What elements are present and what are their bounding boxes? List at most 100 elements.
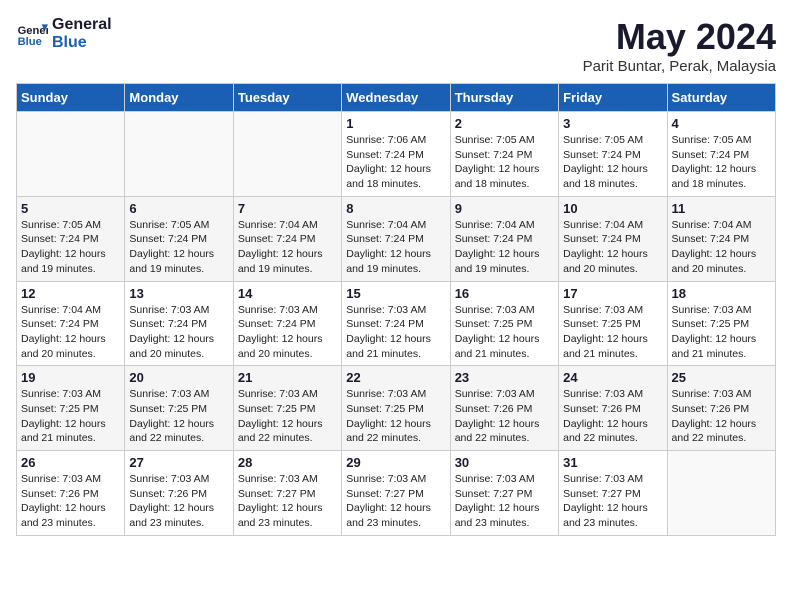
- day-number: 8: [346, 201, 445, 216]
- calendar-cell: 9Sunrise: 7:04 AMSunset: 7:24 PMDaylight…: [450, 196, 558, 281]
- day-number: 7: [238, 201, 337, 216]
- calendar-cell: 22 Sunrise: 7:03 AMSunset: 7:25 PMDayligh…: [342, 366, 450, 451]
- calendar-cell: 15 Sunrise: 7:03 AMSunset: 7:24 PMDayligh…: [342, 281, 450, 366]
- logo-blue: Blue: [52, 34, 112, 52]
- day-info: Sunrise: 7:03 AMSunset: 7:26 PMDaylight:…: [563, 387, 662, 446]
- day-number: 17: [563, 286, 662, 301]
- calendar-cell: 2 Sunrise: 7:05 AMSunset: 7:24 PMDaylight…: [450, 112, 558, 197]
- day-number: 15: [346, 286, 445, 301]
- calendar-cell: 7 Sunrise: 7:04 AMSunset: 7:24 PMDaylight…: [233, 196, 341, 281]
- day-info: Sunrise: 7:04 AMSunset: 7:24 PMDaylight:…: [563, 218, 662, 277]
- day-info: Sunrise: 7:03 AMSunset: 7:27 PMDaylight:…: [346, 472, 445, 531]
- weekday-header: Saturday: [667, 84, 775, 112]
- calendar-cell: 17Sunrise: 7:03 AMSunset: 7:25 PMDayligh…: [559, 281, 667, 366]
- day-info: Sunrise: 7:05 AMSunset: 7:24 PMDaylight:…: [21, 218, 120, 277]
- day-number: 29: [346, 455, 445, 470]
- calendar-cell: 25 Sunrise: 7:03 AMSunset: 7:26 PMDayligh…: [667, 366, 775, 451]
- calendar-cell: 3 Sunrise: 7:05 AMSunset: 7:24 PMDaylight…: [559, 112, 667, 197]
- day-number: 2: [455, 116, 554, 131]
- calendar-cell: 31 Sunrise: 7:03 AMSunset: 7:27 PMDayligh…: [559, 451, 667, 536]
- calendar-cell: 6 Sunrise: 7:05 AMSunset: 7:24 PMDaylight…: [125, 196, 233, 281]
- day-info: Sunrise: 7:03 AMSunset: 7:26 PMDaylight:…: [129, 472, 228, 531]
- day-number: 30: [455, 455, 554, 470]
- calendar-cell: 4Sunrise: 7:05 AMSunset: 7:24 PMDaylight…: [667, 112, 775, 197]
- day-number: 6: [129, 201, 228, 216]
- calendar-cell: 8 Sunrise: 7:04 AMSunset: 7:24 PMDaylight…: [342, 196, 450, 281]
- svg-text:Blue: Blue: [18, 36, 42, 48]
- day-number: 5: [21, 201, 120, 216]
- calendar-cell: [125, 112, 233, 197]
- logo: General Blue General Blue: [16, 16, 112, 51]
- calendar-cell: 11Sunrise: 7:04 AMSunset: 7:24 PMDayligh…: [667, 196, 775, 281]
- calendar-cell: 21 Sunrise: 7:03 AMSunset: 7:25 PMDayligh…: [233, 366, 341, 451]
- day-info: Sunrise: 7:04 AMSunset: 7:24 PMDaylight:…: [346, 218, 445, 277]
- day-number: 18: [672, 286, 771, 301]
- day-info: Sunrise: 7:04 AMSunset: 7:24 PMDaylight:…: [238, 218, 337, 277]
- calendar-cell: 27 Sunrise: 7:03 AMSunset: 7:26 PMDayligh…: [125, 451, 233, 536]
- month-title: May 2024: [583, 16, 776, 58]
- day-number: 22: [346, 370, 445, 385]
- calendar-cell: 13 Sunrise: 7:03 AMSunset: 7:24 PMDayligh…: [125, 281, 233, 366]
- day-number: 27: [129, 455, 228, 470]
- day-number: 25: [672, 370, 771, 385]
- day-number: 14: [238, 286, 337, 301]
- calendar-cell: 26 Sunrise: 7:03 AMSunset: 7:26 PMDayligh…: [17, 451, 125, 536]
- day-info: Sunrise: 7:03 AMSunset: 7:25 PMDaylight:…: [238, 387, 337, 446]
- day-number: 26: [21, 455, 120, 470]
- weekday-header: Sunday: [17, 84, 125, 112]
- day-info: Sunrise: 7:03 AMSunset: 7:27 PMDaylight:…: [563, 472, 662, 531]
- day-number: 20: [129, 370, 228, 385]
- calendar-cell: 20 Sunrise: 7:03 AMSunset: 7:25 PMDayligh…: [125, 366, 233, 451]
- day-info: Sunrise: 7:03 AMSunset: 7:26 PMDaylight:…: [455, 387, 554, 446]
- calendar-cell: 28 Sunrise: 7:03 AMSunset: 7:27 PMDayligh…: [233, 451, 341, 536]
- calendar-cell: 29 Sunrise: 7:03 AMSunset: 7:27 PMDayligh…: [342, 451, 450, 536]
- calendar-cell: 14Sunrise: 7:03 AMSunset: 7:24 PMDayligh…: [233, 281, 341, 366]
- day-info: Sunrise: 7:05 AMSunset: 7:24 PMDaylight:…: [455, 133, 554, 192]
- logo-general: General: [52, 16, 112, 34]
- day-info: Sunrise: 7:03 AMSunset: 7:26 PMDaylight:…: [21, 472, 120, 531]
- header: General Blue General Blue May 2024 Parit…: [16, 16, 776, 75]
- day-info: Sunrise: 7:03 AMSunset: 7:26 PMDaylight:…: [672, 387, 771, 446]
- calendar-cell: 24 Sunrise: 7:03 AMSunset: 7:26 PMDayligh…: [559, 366, 667, 451]
- day-number: 13: [129, 286, 228, 301]
- day-info: Sunrise: 7:04 AMSunset: 7:24 PMDaylight:…: [455, 218, 554, 277]
- day-number: 19: [21, 370, 120, 385]
- day-number: 3: [563, 116, 662, 131]
- day-info: Sunrise: 7:04 AMSunset: 7:24 PMDaylight:…: [672, 218, 771, 277]
- calendar-cell: 16Sunrise: 7:03 AMSunset: 7:25 PMDayligh…: [450, 281, 558, 366]
- day-info: Sunrise: 7:03 AMSunset: 7:24 PMDaylight:…: [129, 303, 228, 362]
- day-info: Sunrise: 7:05 AMSunset: 7:24 PMDaylight:…: [672, 133, 771, 192]
- day-info: Sunrise: 7:03 AMSunset: 7:25 PMDaylight:…: [21, 387, 120, 446]
- logo-icon: General Blue: [16, 18, 48, 50]
- day-number: 24: [563, 370, 662, 385]
- day-number: 21: [238, 370, 337, 385]
- day-info: Sunrise: 7:03 AMSunset: 7:25 PMDaylight:…: [346, 387, 445, 446]
- calendar-cell: 12Sunrise: 7:04 AMSunset: 7:24 PMDayligh…: [17, 281, 125, 366]
- calendar: SundayMondayTuesdayWednesdayThursdayFrid…: [16, 83, 776, 536]
- calendar-cell: 18 Sunrise: 7:03 AMSunset: 7:25 PMDayligh…: [667, 281, 775, 366]
- weekday-header: Friday: [559, 84, 667, 112]
- calendar-cell: [17, 112, 125, 197]
- weekday-header: Tuesday: [233, 84, 341, 112]
- day-number: 16: [455, 286, 554, 301]
- calendar-cell: 19 Sunrise: 7:03 AMSunset: 7:25 PMDayligh…: [17, 366, 125, 451]
- day-info: Sunrise: 7:05 AMSunset: 7:24 PMDaylight:…: [563, 133, 662, 192]
- day-info: Sunrise: 7:03 AMSunset: 7:25 PMDaylight:…: [672, 303, 771, 362]
- location: Parit Buntar, Perak, Malaysia: [583, 58, 776, 75]
- day-number: 10: [563, 201, 662, 216]
- day-info: Sunrise: 7:06 AMSunset: 7:24 PMDaylight:…: [346, 133, 445, 192]
- day-number: 31: [563, 455, 662, 470]
- calendar-cell: 1Sunrise: 7:06 AMSunset: 7:24 PMDaylight…: [342, 112, 450, 197]
- weekday-header: Thursday: [450, 84, 558, 112]
- day-info: Sunrise: 7:05 AMSunset: 7:24 PMDaylight:…: [129, 218, 228, 277]
- day-info: Sunrise: 7:03 AMSunset: 7:25 PMDaylight:…: [129, 387, 228, 446]
- day-number: 23: [455, 370, 554, 385]
- day-info: Sunrise: 7:04 AMSunset: 7:24 PMDaylight:…: [21, 303, 120, 362]
- day-number: 28: [238, 455, 337, 470]
- day-info: Sunrise: 7:03 AMSunset: 7:27 PMDaylight:…: [238, 472, 337, 531]
- title-area: May 2024 Parit Buntar, Perak, Malaysia: [583, 16, 776, 75]
- calendar-cell: 5 Sunrise: 7:05 AMSunset: 7:24 PMDaylight…: [17, 196, 125, 281]
- calendar-cell: [667, 451, 775, 536]
- day-info: Sunrise: 7:03 AMSunset: 7:24 PMDaylight:…: [346, 303, 445, 362]
- calendar-cell: 10 Sunrise: 7:04 AMSunset: 7:24 PMDayligh…: [559, 196, 667, 281]
